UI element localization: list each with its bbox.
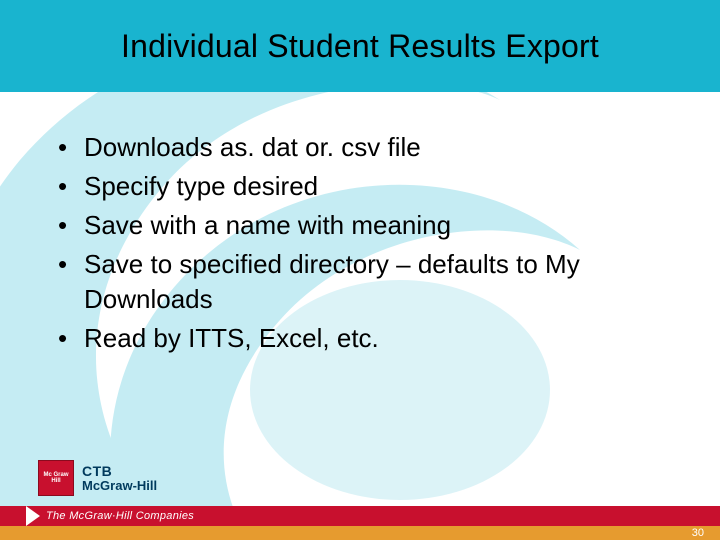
logo-square-text: Mc Graw Hill: [39, 472, 73, 485]
footer-text: The McGraw·Hill Companies: [46, 510, 194, 522]
slide-body: Downloads as. dat or. csv file Specify t…: [50, 130, 660, 361]
logo-line2: McGraw-Hill: [82, 479, 157, 493]
logo-line1: CTB: [82, 464, 157, 479]
bullet-item: Downloads as. dat or. csv file: [50, 130, 660, 165]
footer-bar: The McGraw·Hill Companies: [0, 506, 720, 526]
bullet-list: Downloads as. dat or. csv file Specify t…: [50, 130, 660, 357]
publisher-logo: Mc Graw Hill CTB McGraw-Hill: [38, 460, 157, 496]
bullet-item: Specify type desired: [50, 169, 660, 204]
slide: Individual Student Results Export Downlo…: [0, 0, 720, 540]
page-number: 30: [686, 526, 710, 540]
bullet-item: Save to specified directory – defaults t…: [50, 247, 660, 317]
title-bar: Individual Student Results Export: [0, 0, 720, 92]
slide-title: Individual Student Results Export: [121, 28, 599, 65]
arrow-right-icon: [26, 506, 40, 526]
bullet-item: Save with a name with meaning: [50, 208, 660, 243]
mcgraw-hill-square-icon: Mc Graw Hill: [38, 460, 74, 496]
bullet-item: Read by ITTS, Excel, etc.: [50, 321, 660, 356]
footer-accent-strip: [0, 526, 720, 540]
ctb-wordmark: CTB McGraw-Hill: [82, 464, 157, 492]
